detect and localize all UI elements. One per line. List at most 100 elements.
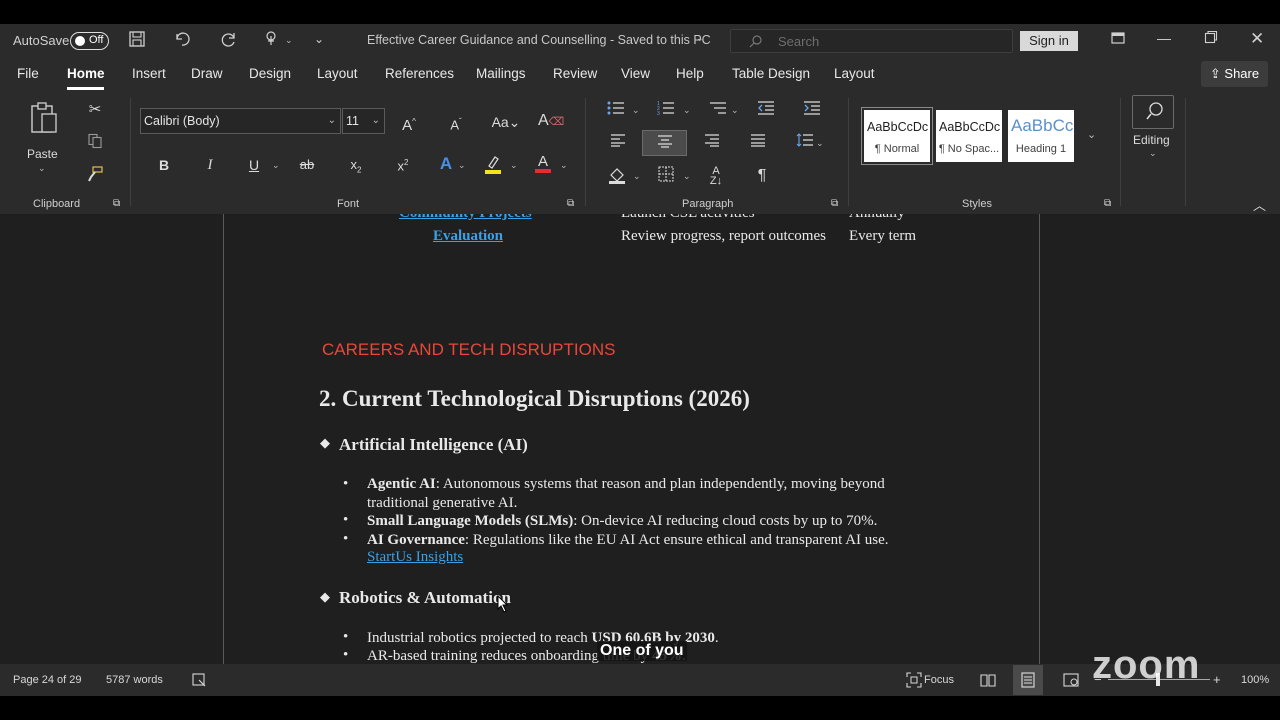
chevron-down-icon[interactable]: ⌄ [816, 138, 824, 149]
focus-icon[interactable] [906, 672, 922, 691]
align-center-button[interactable] [642, 130, 687, 156]
style-heading-1[interactable]: AaBbCc Heading 1 [1008, 110, 1074, 162]
grow-font-icon[interactable]: A^ [398, 112, 420, 136]
paragraph-marks-icon[interactable]: ¶ [751, 166, 773, 186]
multilevel-list-icon[interactable] [707, 100, 729, 122]
tab-table-layout[interactable]: Layout [834, 66, 875, 81]
chevron-down-icon[interactable]: ⌄ [632, 105, 640, 116]
paste-icon[interactable] [28, 100, 60, 136]
read-mode-icon[interactable] [980, 672, 996, 691]
chevron-down-icon[interactable]: ⌄ [683, 105, 691, 116]
chevron-down-icon[interactable]: ⌄ [510, 160, 518, 171]
print-layout-button[interactable] [1013, 665, 1043, 695]
restore-icon[interactable] [1201, 30, 1221, 50]
style-no-spacing[interactable]: AaBbCcDc ¶ No Spac... [936, 110, 1002, 162]
dialog-launcher-icon[interactable]: ⧉ [567, 198, 574, 209]
align-right-icon[interactable] [701, 133, 723, 153]
zoom-in-icon[interactable]: + [1213, 672, 1221, 687]
chevron-down-icon[interactable]: ⌄ [285, 35, 293, 46]
autosave-toggle[interactable]: Off [70, 32, 109, 50]
copy-icon[interactable] [85, 133, 105, 155]
subscript-icon[interactable]: x2 [345, 155, 367, 181]
superscript-icon[interactable]: x2 [392, 153, 414, 176]
save-icon[interactable] [127, 30, 147, 54]
bold-icon[interactable]: B [154, 155, 174, 175]
chevron-down-icon[interactable]: ⌄ [683, 171, 691, 182]
close-icon[interactable]: ✕ [1250, 29, 1264, 49]
source-link[interactable]: StartUs Insights [367, 549, 463, 566]
tab-design[interactable]: Design [249, 66, 291, 81]
dialog-launcher-icon[interactable]: ⧉ [831, 198, 838, 209]
web-layout-icon[interactable] [1063, 672, 1079, 691]
strikethrough-icon[interactable]: ab [297, 155, 317, 175]
chevron-down-icon[interactable]: ⌄ [272, 160, 280, 171]
redo-icon[interactable] [219, 30, 239, 54]
font-color-icon[interactable]: A [533, 152, 553, 180]
ribbon-display-icon[interactable] [1108, 30, 1128, 52]
accessibility-icon[interactable] [191, 672, 207, 691]
font-size-combobox[interactable]: 11 ⌄ [342, 108, 385, 134]
align-left-icon[interactable] [607, 133, 629, 153]
chevron-down-icon[interactable]: ⌄ [633, 171, 641, 182]
change-case-icon[interactable]: Aa⌄ [490, 112, 522, 132]
chevron-down-icon[interactable]: ⌄ [696, 33, 704, 44]
search-box[interactable]: Search [730, 29, 1013, 53]
increase-indent-icon[interactable] [801, 100, 823, 122]
bullets-icon[interactable] [605, 100, 627, 122]
chevron-down-icon[interactable]: ⌄ [731, 105, 739, 116]
shrink-font-icon[interactable]: Aˇ [445, 112, 467, 135]
word-count[interactable]: 5787 words [106, 674, 163, 686]
tab-help[interactable]: Help [676, 66, 704, 81]
sort-icon[interactable]: A Z↓ [705, 166, 727, 187]
minimize-icon[interactable]: — [1157, 30, 1171, 46]
line-spacing-icon[interactable] [794, 133, 816, 153]
highlight-icon[interactable] [483, 154, 503, 180]
collapse-ribbon-icon[interactable]: ︿ [1253, 195, 1266, 214]
tab-draw[interactable]: Draw [191, 66, 223, 81]
tab-review[interactable]: Review [553, 66, 597, 81]
chevron-down-icon[interactable]: ⌄ [1149, 148, 1157, 159]
editing-find-icon[interactable] [1132, 95, 1174, 129]
page-count[interactable]: Page 24 of 29 [13, 674, 82, 686]
customize-toolbar-icon[interactable]: ⌄ [314, 32, 324, 46]
text-effects-icon[interactable]: A [436, 154, 456, 174]
clear-formatting-icon[interactable]: A⌫ [538, 111, 564, 132]
tab-home[interactable]: Home [67, 66, 105, 81]
dialog-launcher-icon[interactable]: ⧉ [113, 198, 120, 209]
style-normal[interactable]: AaBbCcDc ¶ Normal [864, 110, 930, 162]
tab-insert[interactable]: Insert [132, 66, 166, 81]
chevron-down-icon[interactable]: ⌄ [38, 163, 46, 174]
format-painter-icon[interactable] [85, 165, 105, 189]
styles-more-icon[interactable]: ⌄ [1087, 128, 1096, 141]
svg-text:A: A [538, 153, 548, 170]
tab-table-design[interactable]: Table Design [732, 66, 810, 81]
tab-file[interactable]: File [17, 66, 39, 81]
tab-mailings[interactable]: Mailings [476, 66, 526, 81]
document-title[interactable]: Effective Career Guidance and Counsellin… [367, 33, 711, 47]
font-name-combobox[interactable]: Calibri (Body) ⌄ [140, 108, 341, 134]
shading-icon[interactable] [606, 166, 628, 190]
dialog-launcher-icon[interactable]: ⧉ [1104, 198, 1111, 209]
borders-icon[interactable] [655, 166, 677, 188]
numbering-icon[interactable]: 123 [655, 100, 677, 122]
chevron-down-icon[interactable]: ⌄ [560, 160, 568, 171]
share-button[interactable]: ⇪ Share [1201, 61, 1268, 87]
tab-view[interactable]: View [621, 66, 650, 81]
editing-button[interactable]: Editing [1133, 133, 1170, 147]
underline-icon[interactable]: U [244, 155, 264, 175]
table-cell-activity[interactable]: Community Projects [399, 214, 532, 222]
chevron-down-icon[interactable]: ⌄ [458, 160, 466, 171]
tab-layout[interactable]: Layout [317, 66, 358, 81]
focus-button[interactable]: Focus [924, 674, 954, 686]
sign-in-button[interactable]: Sign in [1020, 31, 1078, 51]
justify-icon[interactable] [747, 133, 769, 153]
zoom-level[interactable]: 100% [1241, 674, 1269, 686]
touch-mode-icon[interactable] [261, 30, 281, 54]
paste-button[interactable]: Paste [27, 147, 58, 161]
cut-icon[interactable]: ✂ [85, 100, 105, 120]
italic-icon[interactable]: I [200, 155, 220, 175]
undo-icon[interactable] [172, 30, 192, 54]
tab-references[interactable]: References [385, 66, 454, 81]
table-cell-activity[interactable]: Evaluation [433, 228, 503, 245]
decrease-indent-icon[interactable] [755, 100, 777, 122]
